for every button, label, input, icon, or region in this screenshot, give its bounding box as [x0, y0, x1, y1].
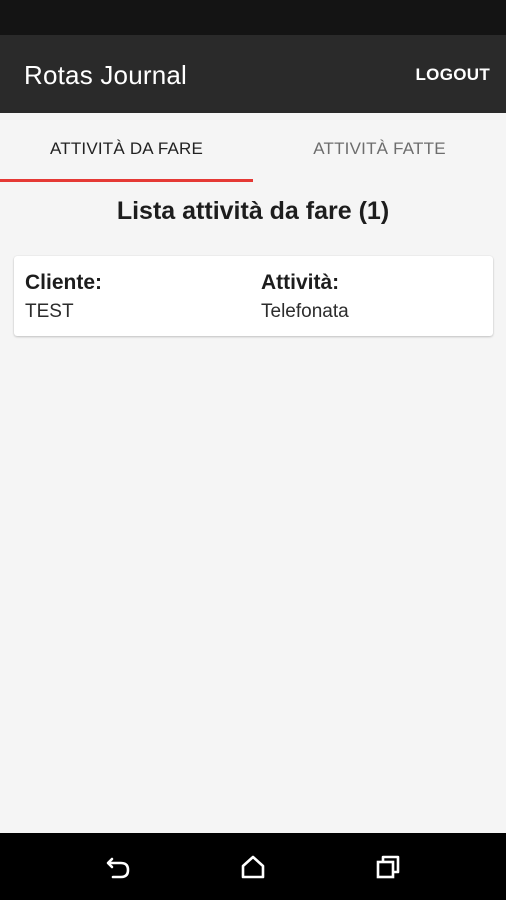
recent-apps-button[interactable] — [368, 847, 408, 887]
list-title: Lista attività da fare (1) — [116, 197, 390, 225]
attivita-value: Telefonata — [261, 301, 349, 322]
app-title: Rotas Journal — [24, 60, 188, 90]
logout-button[interactable]: LOGOUT — [415, 65, 490, 85]
cliente-label: Cliente: — [25, 271, 103, 294]
active-tab-indicator — [0, 179, 253, 182]
attivita-column: Attività: Telefonata — [261, 270, 349, 325]
tab-bar: ATTIVITÀ DA FARE ATTIVITÀ FATTE — [0, 113, 506, 182]
tab-attivita-fatte[interactable]: ATTIVITÀ FATTE — [253, 113, 506, 182]
attivita-label: Attività: — [261, 271, 340, 294]
cliente-column: Cliente: TEST — [25, 270, 102, 325]
system-nav-bar — [0, 833, 506, 900]
back-button[interactable] — [99, 847, 139, 887]
activity-card[interactable]: Cliente: TEST Attività: Telefonata — [14, 256, 493, 336]
cliente-value: TEST — [25, 301, 74, 322]
tab-attivita-da-fare[interactable]: ATTIVITÀ DA FARE — [0, 113, 253, 182]
home-button[interactable] — [233, 847, 273, 887]
back-icon — [106, 857, 130, 879]
recent-apps-icon — [376, 855, 400, 879]
status-bar — [0, 0, 506, 35]
app-bar: Rotas Journal LOGOUT — [0, 35, 506, 113]
home-icon — [241, 855, 265, 879]
